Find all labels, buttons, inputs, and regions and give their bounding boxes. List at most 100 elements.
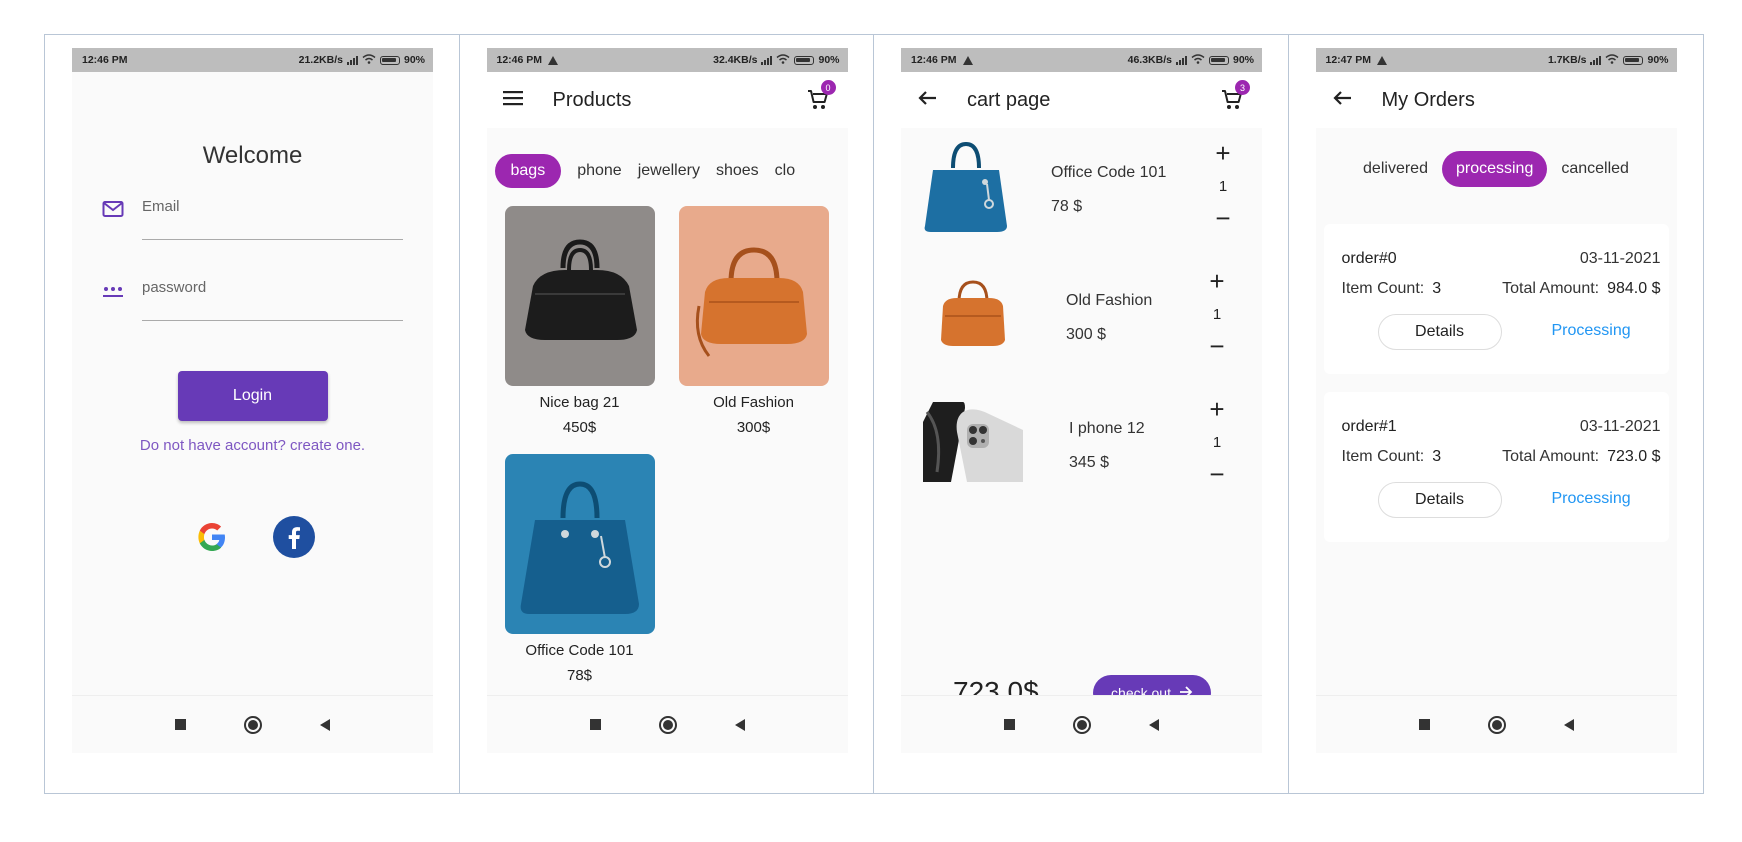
orders-screen: 12:47 PM 1.7KB/s 90% My Orders delivered…: [1315, 48, 1677, 753]
status-bar: 12:47 PM 1.7KB/s 90%: [1315, 48, 1677, 72]
cart-item-price: 300 $: [1066, 326, 1107, 343]
home-button[interactable]: [658, 715, 677, 734]
network-speed: 21.2KB/s: [298, 54, 343, 66]
product-image: [504, 206, 655, 386]
order-status-link[interactable]: Processing: [1552, 490, 1631, 508]
status-time: 12:46 PM: [496, 54, 543, 66]
product-card[interactable]: Old Fashion 300$: [678, 206, 829, 436]
wifi-icon: [362, 53, 376, 67]
tab-cancelled[interactable]: cancelled: [1561, 152, 1629, 186]
home-button[interactable]: [1487, 715, 1506, 734]
password-underline: [142, 319, 403, 321]
increase-qty-button[interactable]: +: [1211, 140, 1235, 166]
signal-icon: [761, 55, 773, 65]
product-image: [678, 206, 829, 386]
screenshots-frame: 12:46 PM 21.2KB/s 90% Welcome Email pass…: [44, 34, 1704, 794]
qty-value: 1: [1218, 178, 1228, 195]
product-price: 300$: [736, 419, 771, 436]
details-button[interactable]: Details: [1377, 314, 1502, 350]
back-arrow-icon[interactable]: [917, 90, 937, 111]
product-price: 78$: [566, 667, 593, 684]
social-login: [72, 516, 433, 558]
nav-bar: [901, 695, 1262, 753]
order-card: order#1 03-11-2021 Item Count: 3 Total Am…: [1323, 392, 1669, 542]
wifi-icon: [776, 53, 790, 67]
tab-processing[interactable]: processing: [1441, 151, 1548, 187]
menu-icon[interactable]: [502, 90, 523, 111]
order-id: order#1: [1341, 418, 1397, 435]
facebook-login-icon[interactable]: [272, 516, 315, 558]
product-name: Nice bag 21: [539, 394, 620, 411]
category-clothes[interactable]: clo: [775, 155, 795, 187]
google-login-icon[interactable]: [191, 516, 233, 558]
decrease-qty-button[interactable]: −: [1205, 333, 1229, 359]
back-arrow-icon[interactable]: [1332, 90, 1352, 111]
total-amount-value: 984.0 $: [1607, 280, 1661, 297]
cart-item: I phone 12 345 $ + 1 −: [901, 384, 1262, 504]
category-phone[interactable]: phone: [577, 155, 622, 187]
cart-button[interactable]: 3: [1220, 80, 1250, 112]
back-button[interactable]: [1563, 718, 1574, 731]
battery-icon: [1208, 55, 1229, 65]
password-field[interactable]: password: [102, 273, 403, 321]
battery-icon: [1623, 55, 1644, 65]
recents-button[interactable]: [1004, 719, 1015, 730]
back-button[interactable]: [1149, 718, 1159, 731]
battery-icon: [794, 55, 815, 65]
recents-button[interactable]: [1418, 719, 1430, 730]
product-name: Old Fashion: [713, 394, 794, 411]
cart-button[interactable]: 0: [806, 80, 836, 112]
create-account-link[interactable]: Do not have account? create one.: [72, 437, 433, 454]
decrease-qty-button[interactable]: −: [1205, 461, 1229, 487]
email-field[interactable]: Email: [102, 192, 403, 240]
login-screen: 12:46 PM 21.2KB/s 90% Welcome Email pass…: [72, 48, 433, 753]
home-button[interactable]: [1073, 715, 1091, 734]
order-date: 03-11-2021: [1579, 250, 1661, 267]
network-speed: 32.4KB/s: [713, 54, 758, 66]
recents-button[interactable]: [589, 719, 601, 730]
orders-panel: 12:47 PM 1.7KB/s 90% My Orders delivered…: [1289, 35, 1704, 793]
cart-badge: 3: [1235, 80, 1250, 95]
cart-item-name: Old Fashion: [1066, 292, 1153, 309]
category-shoes[interactable]: shoes: [716, 155, 759, 187]
decrease-qty-button[interactable]: −: [1211, 205, 1235, 231]
back-button[interactable]: [320, 718, 330, 731]
battery-level: 90%: [818, 54, 840, 66]
details-button[interactable]: Details: [1377, 482, 1502, 518]
cart-item-price: 345 $: [1069, 454, 1110, 471]
page-title: Products: [552, 88, 632, 111]
increase-qty-button[interactable]: +: [1205, 268, 1229, 294]
email-underline: [142, 238, 403, 240]
category-jewellery[interactable]: jewellery: [638, 155, 700, 187]
order-id: order#0: [1341, 250, 1397, 267]
signal-icon: [346, 55, 358, 65]
login-button[interactable]: Login: [177, 371, 328, 421]
product-name: Office Code 101: [525, 642, 634, 659]
product-card[interactable]: Nice bag 21 450$: [504, 206, 655, 436]
category-bags[interactable]: bags: [494, 154, 562, 188]
home-button[interactable]: [244, 715, 262, 734]
back-button[interactable]: [734, 718, 745, 731]
product-price: 450$: [562, 419, 597, 436]
recents-button[interactable]: [175, 719, 186, 730]
quantity-stepper: + 1 −: [1211, 140, 1235, 231]
item-count-value: 3: [1432, 448, 1442, 465]
category-tabs: bags phone jewellery shoes clo: [487, 128, 848, 196]
increase-qty-button[interactable]: +: [1205, 396, 1229, 422]
qty-value: 1: [1212, 306, 1222, 323]
app-bar: Products 0: [486, 72, 848, 128]
cart-item-price: 78 $: [1051, 198, 1083, 215]
battery-icon: [379, 55, 400, 65]
tab-delivered[interactable]: delivered: [1363, 152, 1428, 186]
nav-bar: [1315, 695, 1677, 753]
warning-icon: [548, 55, 559, 65]
status-time: 12:46 PM: [911, 54, 957, 66]
total-amount-label: Total Amount:: [1502, 448, 1600, 465]
total-amount-label: Total Amount:: [1502, 280, 1600, 297]
quantity-stepper: + 1 −: [1205, 396, 1229, 487]
product-card[interactable]: Office Code 101 78$: [504, 454, 655, 684]
wifi-icon: [1605, 53, 1619, 67]
password-label: password: [142, 279, 207, 296]
order-status-link[interactable]: Processing: [1552, 322, 1631, 340]
password-dots-icon: [102, 285, 124, 303]
